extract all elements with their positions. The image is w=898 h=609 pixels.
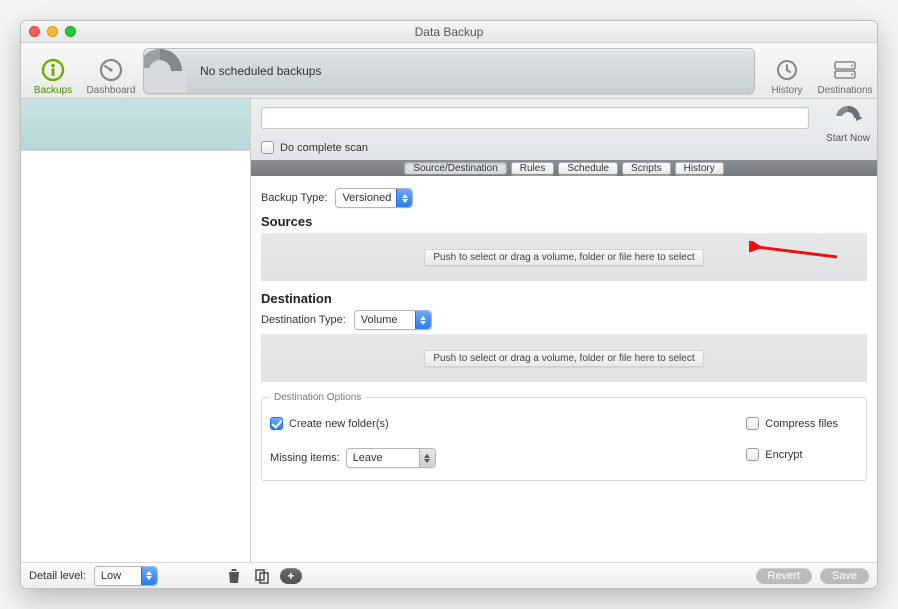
status-banner-text: No scheduled backups: [200, 64, 321, 78]
save-button[interactable]: Save: [820, 568, 869, 584]
start-now-button[interactable]: Start Now: [823, 103, 873, 144]
complete-scan-checkbox[interactable]: [261, 141, 274, 154]
tab-schedule[interactable]: Schedule: [558, 162, 618, 175]
app-logo-icon: [143, 48, 194, 94]
backup-type-label: Backup Type:: [261, 192, 327, 204]
create-new-folders-label: Create new folder(s): [289, 418, 389, 430]
encrypt-checkbox[interactable]: [746, 448, 759, 461]
delete-button[interactable]: [224, 567, 244, 585]
tab-strip: Source/Destination Rules Schedule Script…: [251, 160, 877, 176]
create-new-folders-checkbox[interactable]: [270, 417, 283, 430]
app-window: Data Backup Backups Dashboard: [20, 20, 878, 589]
updown-arrows-icon: [141, 567, 157, 585]
destination-options: Destination Options Create new folder(s)…: [261, 392, 867, 481]
toolbar-destinations-label: Destinations: [817, 85, 872, 96]
backup-type-value: Versioned: [342, 192, 391, 204]
tab-content: Backup Type: Versioned Sources Push to s…: [251, 176, 877, 562]
destination-type-label: Destination Type:: [261, 314, 346, 326]
titlebar: Data Backup: [21, 21, 877, 43]
backup-name-input[interactable]: [261, 107, 809, 129]
tab-rules[interactable]: Rules: [511, 162, 555, 175]
plus-icon: +: [287, 569, 294, 583]
updown-arrows-icon: [396, 189, 412, 207]
main-header: Do complete scan Start Now: [251, 99, 877, 160]
tab-scripts[interactable]: Scripts: [622, 162, 671, 175]
encrypt-label: Encrypt: [765, 449, 802, 461]
annotation-arrow-icon: [749, 241, 839, 263]
toolbar-destinations[interactable]: Destinations: [819, 55, 871, 96]
add-button[interactable]: +: [280, 568, 302, 584]
destination-type-select[interactable]: Volume: [354, 310, 432, 330]
copy-icon: [254, 568, 270, 584]
toolbar-backups[interactable]: Backups: [27, 55, 79, 96]
destination-options-legend: Destination Options: [270, 392, 365, 403]
toolbar-dashboard-label: Dashboard: [87, 85, 136, 96]
toolbar-backups-label: Backups: [34, 85, 72, 96]
revert-button[interactable]: Revert: [756, 568, 812, 584]
compress-files-checkbox[interactable]: [746, 417, 759, 430]
start-now-icon: [823, 103, 873, 133]
destination-select-button[interactable]: Push to select or drag a volume, folder …: [424, 350, 703, 367]
missing-items-label: Missing items:: [270, 452, 340, 464]
toolbar-history-label: History: [771, 85, 802, 96]
sources-dropzone[interactable]: Push to select or drag a volume, folder …: [261, 233, 867, 281]
drive-icon: [832, 55, 858, 85]
status-banner: No scheduled backups: [143, 48, 755, 94]
tab-source-destination[interactable]: Source/Destination: [404, 162, 507, 175]
duplicate-button[interactable]: [252, 567, 272, 585]
toolbar-history[interactable]: History: [761, 55, 813, 96]
updown-arrows-icon: [415, 311, 431, 329]
gauge-icon: [98, 55, 124, 85]
detail-level-value: Low: [101, 570, 121, 582]
info-icon: [40, 55, 66, 85]
detail-level-label: Detail level:: [29, 570, 86, 582]
destination-dropzone[interactable]: Push to select or drag a volume, folder …: [261, 334, 867, 382]
missing-items-value: Leave: [353, 452, 383, 464]
backup-type-select[interactable]: Versioned: [335, 188, 413, 208]
main-panel: Do complete scan Start Now: [251, 99, 877, 562]
destination-type-value: Volume: [361, 314, 398, 326]
missing-items-select[interactable]: Leave: [346, 448, 436, 468]
sidebar-list[interactable]: [21, 151, 250, 562]
start-now-label: Start Now: [826, 133, 870, 144]
toolbar-dashboard[interactable]: Dashboard: [85, 55, 137, 96]
sources-select-button[interactable]: Push to select or drag a volume, folder …: [424, 249, 703, 266]
window-title: Data Backup: [21, 25, 877, 39]
footer: Detail level: Low + Revert Save: [21, 562, 877, 588]
clock-icon: [775, 55, 799, 85]
sidebar: [21, 99, 251, 562]
tab-history[interactable]: History: [675, 162, 724, 175]
sidebar-selected-slot[interactable]: [21, 99, 250, 151]
updown-arrows-icon: [419, 449, 435, 467]
complete-scan-label: Do complete scan: [280, 142, 368, 154]
sources-heading: Sources: [261, 214, 867, 229]
trash-icon: [227, 568, 241, 584]
compress-files-label: Compress files: [765, 418, 838, 430]
toolbar: Backups Dashboard: [21, 43, 877, 99]
detail-level-select[interactable]: Low: [94, 566, 158, 586]
destination-heading: Destination: [261, 291, 867, 306]
